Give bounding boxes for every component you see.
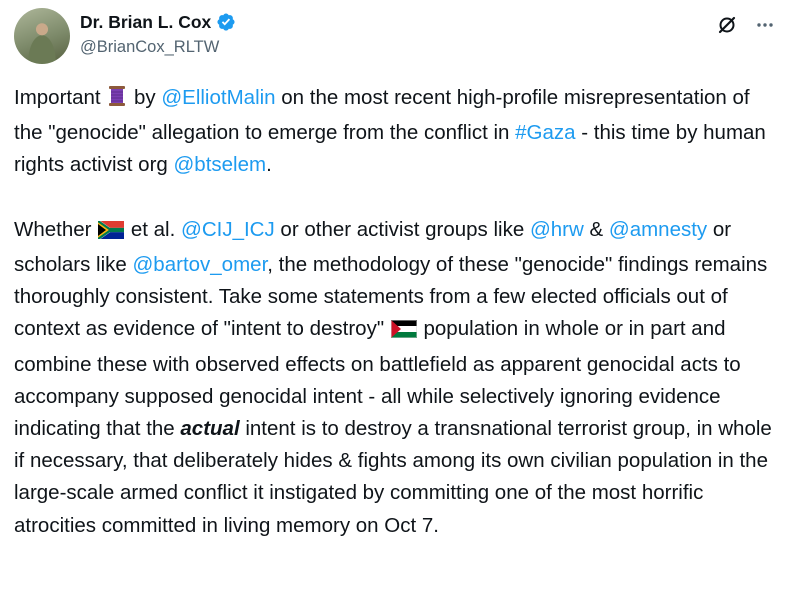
text-span: Important [14,86,107,109]
palestine-flag-icon [390,316,417,348]
tweet-paragraph-2: Whether et al. @CIJ_ICJ or other activis… [14,214,782,542]
text-span: . [266,153,272,177]
south-africa-flag-icon [97,217,126,249]
author-names: Dr. Brian L. Cox @BrianCox_RLTW [80,10,236,57]
text-span: by [128,86,162,109]
mention-link[interactable]: @CIJ_ICJ [181,218,275,241]
text-span: et al. [125,217,182,241]
verified-badge-icon[interactable] [216,12,236,32]
text-span: or other activist groups like [274,217,530,241]
handle[interactable]: @BrianCox_RLTW [80,38,236,57]
grok-icon[interactable] [716,14,738,36]
mention-link[interactable]: @btselem [174,153,267,176]
mention-link[interactable]: @hrw [530,218,584,241]
tweet-header: Dr. Brian L. Cox @BrianCox_RLTW [14,8,776,64]
avatar[interactable] [14,8,70,64]
tweet-text: Important by @ElliotMalin on the most re… [14,82,782,542]
display-name-row: Dr. Brian L. Cox [80,10,236,34]
mention-link[interactable]: @bartov_omer [133,253,268,276]
mention-link[interactable]: @amnesty [609,218,707,241]
tweet-paragraph-1: Important by @ElliotMalin on the most re… [14,82,782,182]
tweet-actions [716,14,776,36]
mention-link[interactable]: @ElliotMalin [161,86,275,109]
text-span: & [583,217,609,241]
more-icon[interactable] [754,14,776,36]
text-span: Whether [14,217,98,241]
thread-emoji-icon [107,85,127,117]
display-name[interactable]: Dr. Brian L. Cox [80,12,211,33]
emphasis-text: actual [180,417,240,441]
hashtag-link[interactable]: #Gaza [515,121,575,144]
